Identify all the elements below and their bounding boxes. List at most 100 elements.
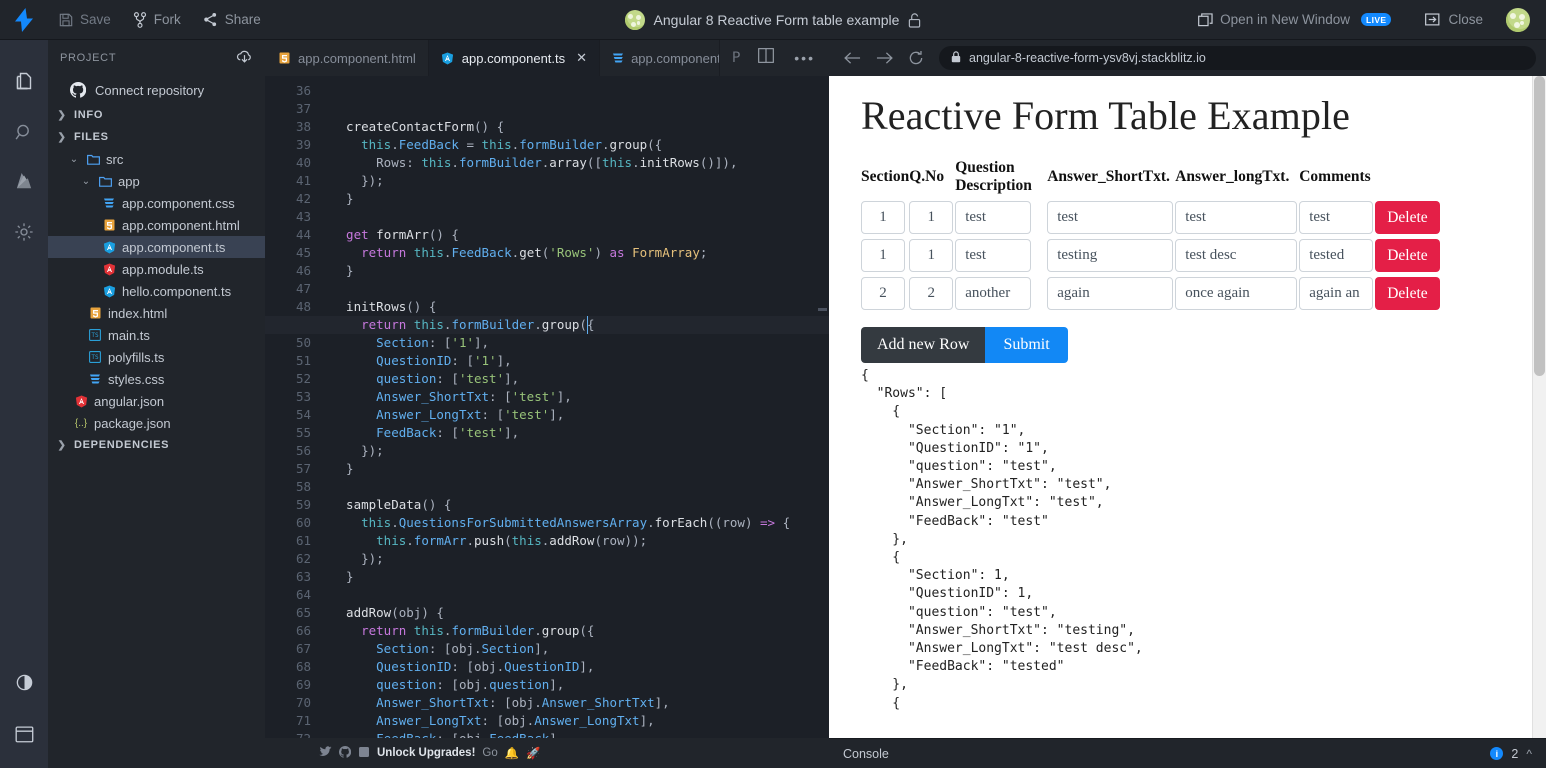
question-input[interactable] — [955, 239, 1031, 272]
save-button[interactable]: Save — [48, 0, 122, 40]
go-label[interactable]: Go — [482, 747, 497, 759]
save-disk-icon — [59, 13, 73, 27]
tree-file-angular-json[interactable]: angular.json — [48, 390, 265, 412]
tree-folder-app[interactable]: ⌄ app — [48, 170, 265, 192]
tree-file-main-ts[interactable]: TS main.ts — [48, 324, 265, 346]
unlock-icon[interactable] — [908, 13, 921, 28]
section-input[interactable] — [861, 277, 905, 310]
tree-folder-src[interactable]: ⌄ src — [48, 148, 265, 170]
preview-column: angular-8-reactive-form-ysv8vj.stackblit… — [829, 40, 1546, 768]
html-file-icon — [277, 52, 291, 64]
form-action-buttons: Add new Row Submit — [861, 327, 1546, 363]
answer-short-input[interactable] — [1047, 277, 1173, 310]
twitter-icon[interactable] — [319, 746, 332, 760]
tree-file-app-module-ts[interactable]: app.module.ts — [48, 258, 265, 280]
bolt-icon — [15, 8, 33, 32]
tab-close-icon[interactable]: ✕ — [576, 50, 587, 66]
folder-icon — [86, 152, 100, 166]
sidebar-section-info[interactable]: ❯ INFO — [48, 104, 265, 126]
stackblitz-ide: Save Fork Share Angular 8 Reactive Form … — [0, 0, 1546, 768]
sidebar-section-files[interactable]: ❯ FILES — [48, 126, 265, 148]
question-input[interactable] — [955, 201, 1031, 234]
tab-app-component-html[interactable]: app.component.html — [265, 40, 429, 76]
angular-file-icon — [102, 262, 116, 276]
tree-file-index-html[interactable]: index.html — [48, 302, 265, 324]
answer-short-input[interactable] — [1047, 239, 1173, 272]
open-in-new-window-button[interactable]: Open in New Window LIVE — [1187, 0, 1402, 40]
connect-repository-button[interactable]: Connect repository — [48, 76, 265, 104]
question-input[interactable] — [955, 277, 1031, 310]
tab-label: app.component.cs — [631, 51, 720, 66]
console-bar[interactable]: Console i 2 ^ — [829, 738, 1546, 768]
line-number: 71 — [265, 712, 311, 730]
layout-panel-icon[interactable] — [2, 710, 46, 758]
tree-label: hello.component.ts — [122, 284, 231, 299]
firebase-icon[interactable] — [2, 158, 46, 206]
qno-input[interactable] — [909, 201, 953, 234]
delete-row-button[interactable]: Delete — [1375, 277, 1439, 310]
theme-contrast-icon[interactable] — [2, 658, 46, 706]
line-number: 52 — [265, 370, 311, 388]
comments-input[interactable] — [1299, 201, 1373, 234]
answer-long-input[interactable] — [1175, 239, 1297, 272]
add-new-row-button[interactable]: Add new Row — [861, 327, 985, 363]
fork-button[interactable]: Fork — [122, 0, 192, 40]
preview-scrollbar[interactable] — [1532, 76, 1546, 738]
preview-scrollbar-thumb[interactable] — [1534, 76, 1545, 376]
code-editor[interactable]: 3637383940414243444546474849505152535455… — [265, 76, 829, 738]
stackblitz-logo[interactable] — [0, 8, 48, 32]
github-icon[interactable] — [339, 746, 351, 761]
tree-file-hello-component-ts[interactable]: hello.component.ts — [48, 280, 265, 302]
submit-button[interactable]: Submit — [985, 327, 1067, 363]
delete-row-button[interactable]: Delete — [1375, 239, 1439, 272]
forward-button[interactable] — [871, 45, 897, 71]
tree-label: app — [118, 174, 140, 189]
line-number: 66 — [265, 622, 311, 640]
search-icon[interactable] — [2, 108, 46, 156]
tree-file-app-component-css[interactable]: app.component.css — [48, 192, 265, 214]
sidebar-section-dependencies[interactable]: ❯ DEPENDENCIES — [48, 434, 265, 456]
url-bar[interactable]: angular-8-reactive-form-ysv8vj.stackblit… — [939, 46, 1536, 70]
sidebar-header: PROJECT — [48, 40, 265, 76]
tree-file-app-component-html[interactable]: app.component.html — [48, 214, 265, 236]
back-button[interactable] — [839, 45, 865, 71]
reload-button[interactable] — [903, 45, 929, 71]
user-avatar[interactable] — [1506, 8, 1530, 32]
qno-input[interactable] — [909, 239, 953, 272]
info-section-label: INFO — [74, 109, 103, 121]
line-number: 67 — [265, 640, 311, 658]
unlock-upgrades-label[interactable]: Unlock Upgrades! — [377, 747, 475, 759]
section-input[interactable] — [861, 239, 905, 272]
tree-file-app-component-ts[interactable]: app.component.ts — [48, 236, 265, 258]
scrollbar-thumb[interactable] — [818, 308, 827, 311]
chevron-up-icon[interactable]: ^ — [1526, 747, 1532, 761]
tree-file-polyfills-ts[interactable]: TS polyfills.ts — [48, 346, 265, 368]
answer-long-input[interactable] — [1175, 277, 1297, 310]
code-content[interactable]: createContactForm() { this.FeedBack = th… — [321, 76, 829, 738]
tab-app-component-cs[interactable]: app.component.cs — [600, 40, 720, 76]
cloud-download-icon[interactable] — [236, 50, 253, 67]
settings-gear-icon[interactable] — [2, 208, 46, 256]
tree-file-package-json[interactable]: {..} package.json — [48, 412, 265, 434]
qno-input[interactable] — [909, 277, 953, 310]
table-row: Delete — [861, 201, 1442, 239]
close-button[interactable]: Close — [1414, 0, 1494, 40]
delete-row-button[interactable]: Delete — [1375, 201, 1439, 234]
section-input[interactable] — [861, 201, 905, 234]
line-number: 38 — [265, 118, 311, 136]
comments-input[interactable] — [1299, 277, 1373, 310]
tab-app-component-ts[interactable]: app.component.ts ✕ — [429, 40, 600, 76]
tree-file-styles-css[interactable]: styles.css — [48, 368, 265, 390]
share-button[interactable]: Share — [192, 0, 272, 40]
dependencies-section-label: DEPENDENCIES — [74, 439, 169, 451]
line-number: 44 — [265, 226, 311, 244]
reactive-form-table: Section Q.No Question Description Answer… — [861, 159, 1442, 315]
prettier-icon[interactable]: P — [726, 50, 746, 66]
discord-icon[interactable] — [358, 746, 370, 761]
comments-input[interactable] — [1299, 239, 1373, 272]
split-editor-icon[interactable] — [750, 48, 782, 68]
more-options-icon[interactable]: ••• — [786, 50, 823, 66]
files-icon[interactable] — [2, 58, 46, 106]
answer-long-input[interactable] — [1175, 201, 1297, 234]
answer-short-input[interactable] — [1047, 201, 1173, 234]
